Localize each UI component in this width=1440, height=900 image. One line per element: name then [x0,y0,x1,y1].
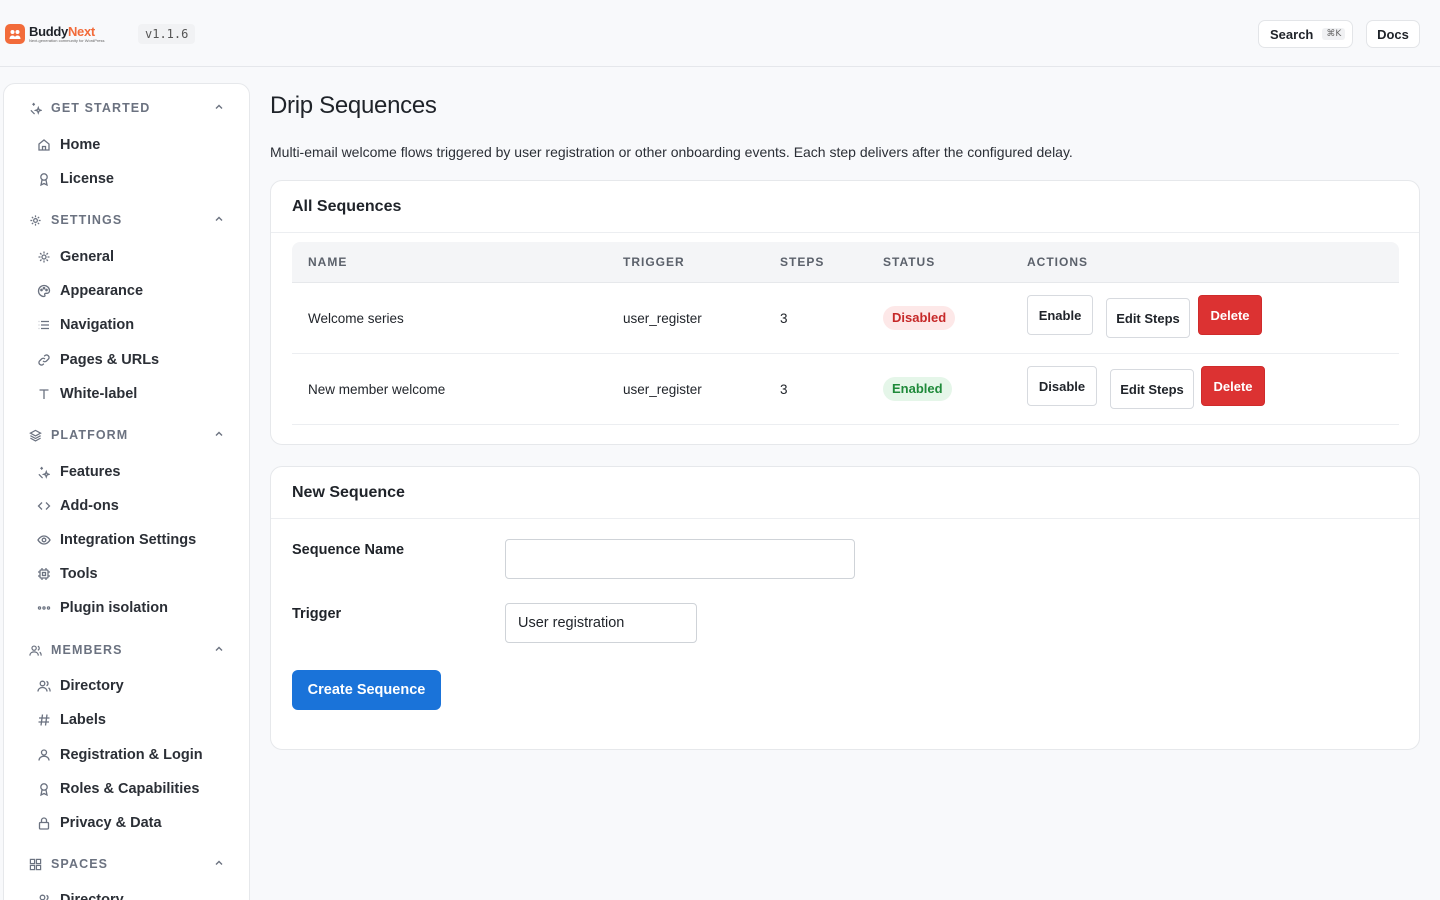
sidebar-item-add-ons[interactable]: Add-ons [36,494,236,518]
version-badge: v1.1.6 [138,24,196,44]
cpu-icon [36,567,51,582]
cell-name: Welcome series [308,311,404,326]
page-description: Multi-email welcome flows triggered by u… [270,144,1073,160]
layers-icon [28,428,43,443]
search-shortcut: ⌘K [1322,28,1346,40]
sidebar-item-roles-capabilities[interactable]: Roles & Capabilities [36,777,236,801]
sidebar-item-license[interactable]: License [36,167,236,191]
user-icon [36,748,51,763]
sidebar-item-general[interactable]: General [36,245,236,269]
chevron-up-icon[interactable] [212,212,226,226]
cell-steps: 3 [780,311,788,326]
sparkle-icon [28,101,43,116]
users-icon [28,643,43,658]
sequence-name-input[interactable] [505,539,855,579]
sidebar-item-spaces-directory[interactable]: Directory [36,888,236,900]
cell-trigger: user_register [623,311,702,326]
sidebar-item-labels[interactable]: Labels [36,708,236,732]
type-icon [36,387,51,402]
table-row: Welcome series user_register 3 Disabled … [292,283,1399,354]
brand-logo-icon [5,24,25,44]
page-title: Drip Sequences [270,92,437,119]
sparkle-icon [36,465,51,480]
home-icon [36,138,51,153]
trigger-selected-value: User registration [518,615,625,631]
sidebar-item-plugin-isolation[interactable]: Plugin isolation [36,596,236,620]
sidebar-item-features[interactable]: Features [36,460,236,484]
sidebar-item-integration-settings[interactable]: Integration Settings [36,528,236,552]
column-header-status: STATUS [883,255,936,269]
search-button[interactable]: Search ⌘K [1258,20,1353,48]
edit-steps-button[interactable]: Edit Steps [1106,298,1190,338]
sidebar-item-home[interactable]: Home [36,133,236,157]
hash-icon [36,713,51,728]
sidebar-item-navigation[interactable]: Navigation [36,313,236,337]
section-members[interactable]: MEMBERS [28,640,226,660]
delete-button[interactable]: Delete [1201,366,1265,406]
sidebar-item-tools[interactable]: Tools [36,562,236,586]
award-icon [36,782,51,797]
all-sequences-card: All Sequences NAME TRIGGER STEPS STATUS … [270,180,1420,445]
list-icon [36,318,51,333]
cell-steps: 3 [780,382,788,397]
grid-icon [28,857,43,872]
enable-button[interactable]: Enable [1027,295,1093,335]
chevron-up-icon[interactable] [212,427,226,441]
sequences-table: NAME TRIGGER STEPS STATUS ACTIONS Welcom… [292,242,1399,425]
sequence-name-label: Sequence Name [292,542,405,558]
chevron-up-icon[interactable] [212,856,226,870]
palette-icon [36,284,51,299]
sidebar-item-appearance[interactable]: Appearance [36,279,236,303]
create-sequence-button[interactable]: Create Sequence [292,670,441,710]
delete-button[interactable]: Delete [1198,295,1262,335]
column-header-name: NAME [308,255,348,269]
top-bar: BuddyNext Next-generation community for … [0,0,1440,67]
sidebar-item-white-label[interactable]: White-label [36,382,236,406]
section-spaces[interactable]: SPACES [28,854,226,874]
gear-icon [36,250,51,265]
cell-trigger: user_register [623,382,702,397]
chevron-up-icon[interactable] [212,642,226,656]
chevron-up-icon[interactable] [212,100,226,114]
sidebar-item-pages-urls[interactable]: Pages & URLs [36,348,236,372]
column-header-steps: STEPS [780,255,825,269]
table-row: New member welcome user_register 3 Enabl… [292,354,1399,425]
table-header: NAME TRIGGER STEPS STATUS ACTIONS [292,242,1399,283]
column-header-trigger: TRIGGER [623,255,685,269]
new-sequence-card: New Sequence Sequence Name Trigger User … [270,466,1420,750]
sidebar-item-directory[interactable]: Directory [36,674,236,698]
status-badge: Enabled [883,377,952,401]
gear-icon [28,213,43,228]
section-settings[interactable]: SETTINGS [28,210,226,230]
disable-button[interactable]: Disable [1027,366,1097,406]
sidebar-item-privacy-data[interactable]: Privacy & Data [36,811,236,835]
sidebar: GET STARTED Home License SETTINGS Genera… [3,83,250,900]
column-header-actions: ACTIONS [1027,255,1088,269]
search-label: Search [1270,26,1314,42]
users-icon [36,893,51,900]
sidebar-item-registration-login[interactable]: Registration & Login [36,743,236,767]
card-heading: New Sequence [271,467,1419,519]
section-platform[interactable]: PLATFORM [28,425,226,445]
cell-name: New member welcome [308,382,446,397]
section-get-started[interactable]: GET STARTED [28,98,226,118]
lock-icon [36,816,51,831]
trigger-select[interactable]: User registration [505,603,697,643]
eye-icon [36,533,51,548]
link-icon [36,353,51,368]
status-badge: Disabled [883,306,956,330]
brand-tagline: Next-generation community for WordPress [29,38,105,43]
code-icon [36,499,51,514]
docs-button[interactable]: Docs [1366,20,1420,48]
dots-icon [36,601,51,616]
trigger-label: Trigger [292,606,342,622]
brand[interactable]: BuddyNext Next-generation community for … [5,24,105,44]
award-icon [36,172,51,187]
card-heading: All Sequences [271,181,1419,233]
brand-name: BuddyNext [29,24,95,39]
users-icon [36,679,51,694]
edit-steps-button[interactable]: Edit Steps [1110,369,1194,409]
